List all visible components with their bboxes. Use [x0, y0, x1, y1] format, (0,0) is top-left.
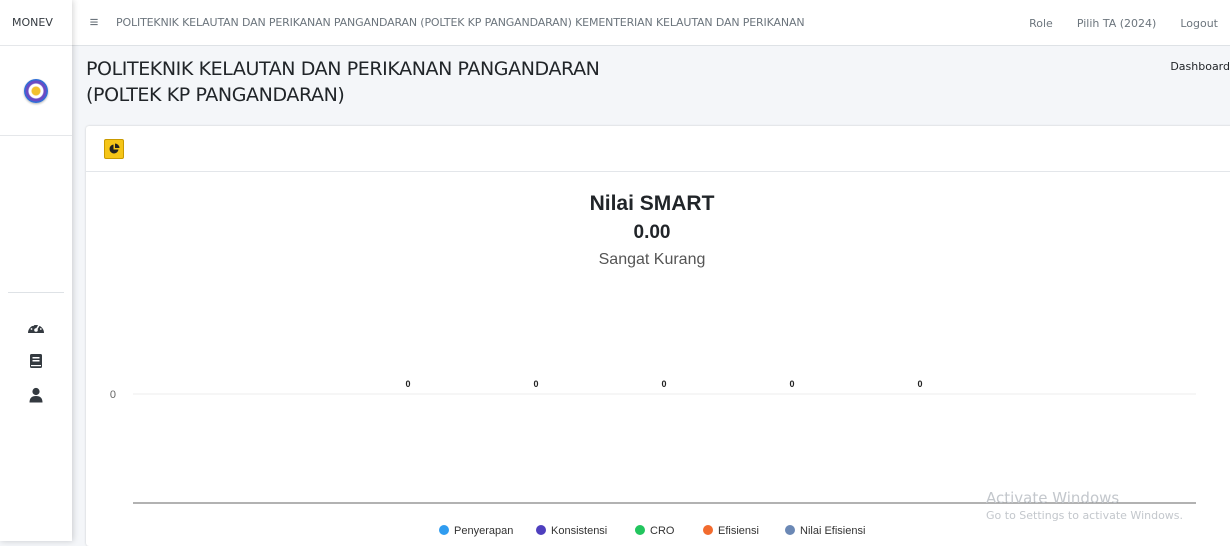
watermark-title: Activate Windows: [986, 489, 1120, 507]
breadcrumb[interactable]: Dashboard: [1170, 60, 1230, 73]
legend-marker[interactable]: [536, 525, 546, 535]
institution-logo[interactable]: [24, 78, 48, 103]
bar-data-label: 0: [533, 379, 538, 389]
page-title-line2: (POLTEK KP PANGANDARAN): [86, 84, 345, 106]
legend-label[interactable]: Efisiensi: [718, 525, 759, 537]
dashboard-gauge-icon[interactable]: [0, 310, 72, 344]
bar-data-label: 0: [917, 379, 922, 389]
card-header: [86, 126, 1230, 172]
chart-score-category: Sangat Kurang: [599, 251, 706, 268]
logo-area: [0, 46, 72, 136]
bar-data-label: 0: [661, 379, 666, 389]
legend-marker[interactable]: [785, 525, 795, 535]
legend-marker[interactable]: [635, 525, 645, 535]
bar-series: 0 0 0 0 0: [405, 379, 922, 389]
role-link[interactable]: Role: [1029, 17, 1053, 30]
chart-legend: Penyerapan Konsistensi CRO Efisiensi Nilai E…: [439, 525, 865, 537]
legend-marker[interactable]: [439, 525, 449, 535]
top-right-menu: Role Pilih TA (2024) Logout: [1017, 0, 1230, 46]
menu-toggle-icon[interactable]: ≡: [72, 14, 116, 31]
page-title-line1: POLITEKNIK KELAUTAN DAN PERIKANAN PANGAN…: [86, 58, 600, 80]
bar-data-label: 0: [405, 379, 410, 389]
legend-label[interactable]: Penyerapan: [454, 525, 513, 537]
content-header: POLITEKNIK KELAUTAN DAN PERIKANAN PANGAN…: [86, 56, 1230, 108]
bar-data-label: 0: [789, 379, 794, 389]
top-navbar: ≡ POLITEKNIK KELAUTAN DAN PERIKANAN PANG…: [72, 0, 1230, 46]
logout-link[interactable]: Logout: [1180, 17, 1218, 30]
legend-label[interactable]: Nilai Efisiensi: [800, 525, 865, 537]
watermark-subtitle: Go to Settings to activate Windows.: [986, 509, 1184, 522]
legend-marker[interactable]: [703, 525, 713, 535]
chart-score-value: 0.00: [634, 222, 671, 243]
legend-label[interactable]: CRO: [650, 525, 675, 537]
y-axis-tick-label: 0: [110, 389, 116, 401]
tahun-anggaran-link[interactable]: Pilih TA (2024): [1077, 17, 1157, 30]
pie-chart-icon[interactable]: [104, 138, 124, 159]
page-title: POLITEKNIK KELAUTAN DAN PERIKANAN PANGAN…: [86, 56, 1230, 108]
sidebar-nav: [0, 310, 72, 412]
chart-title: Nilai SMART: [590, 192, 715, 215]
sidebar-divider: [8, 292, 64, 293]
user-icon[interactable]: [0, 378, 72, 412]
brand-text[interactable]: MONEV: [0, 0, 72, 46]
institution-title: POLITEKNIK KELAUTAN DAN PERIKANAN PANGAN…: [116, 16, 805, 29]
sidebar: MONEV: [0, 0, 72, 541]
smart-card: Nilai SMART 0.00 Sangat Kurang 0 0 0 0 0 0 P…: [86, 126, 1230, 546]
activation-watermark: Activate Windows Go to Settings to activ…: [986, 489, 1183, 522]
legend-label[interactable]: Konsistensi: [551, 525, 607, 537]
book-icon[interactable]: [0, 344, 72, 378]
